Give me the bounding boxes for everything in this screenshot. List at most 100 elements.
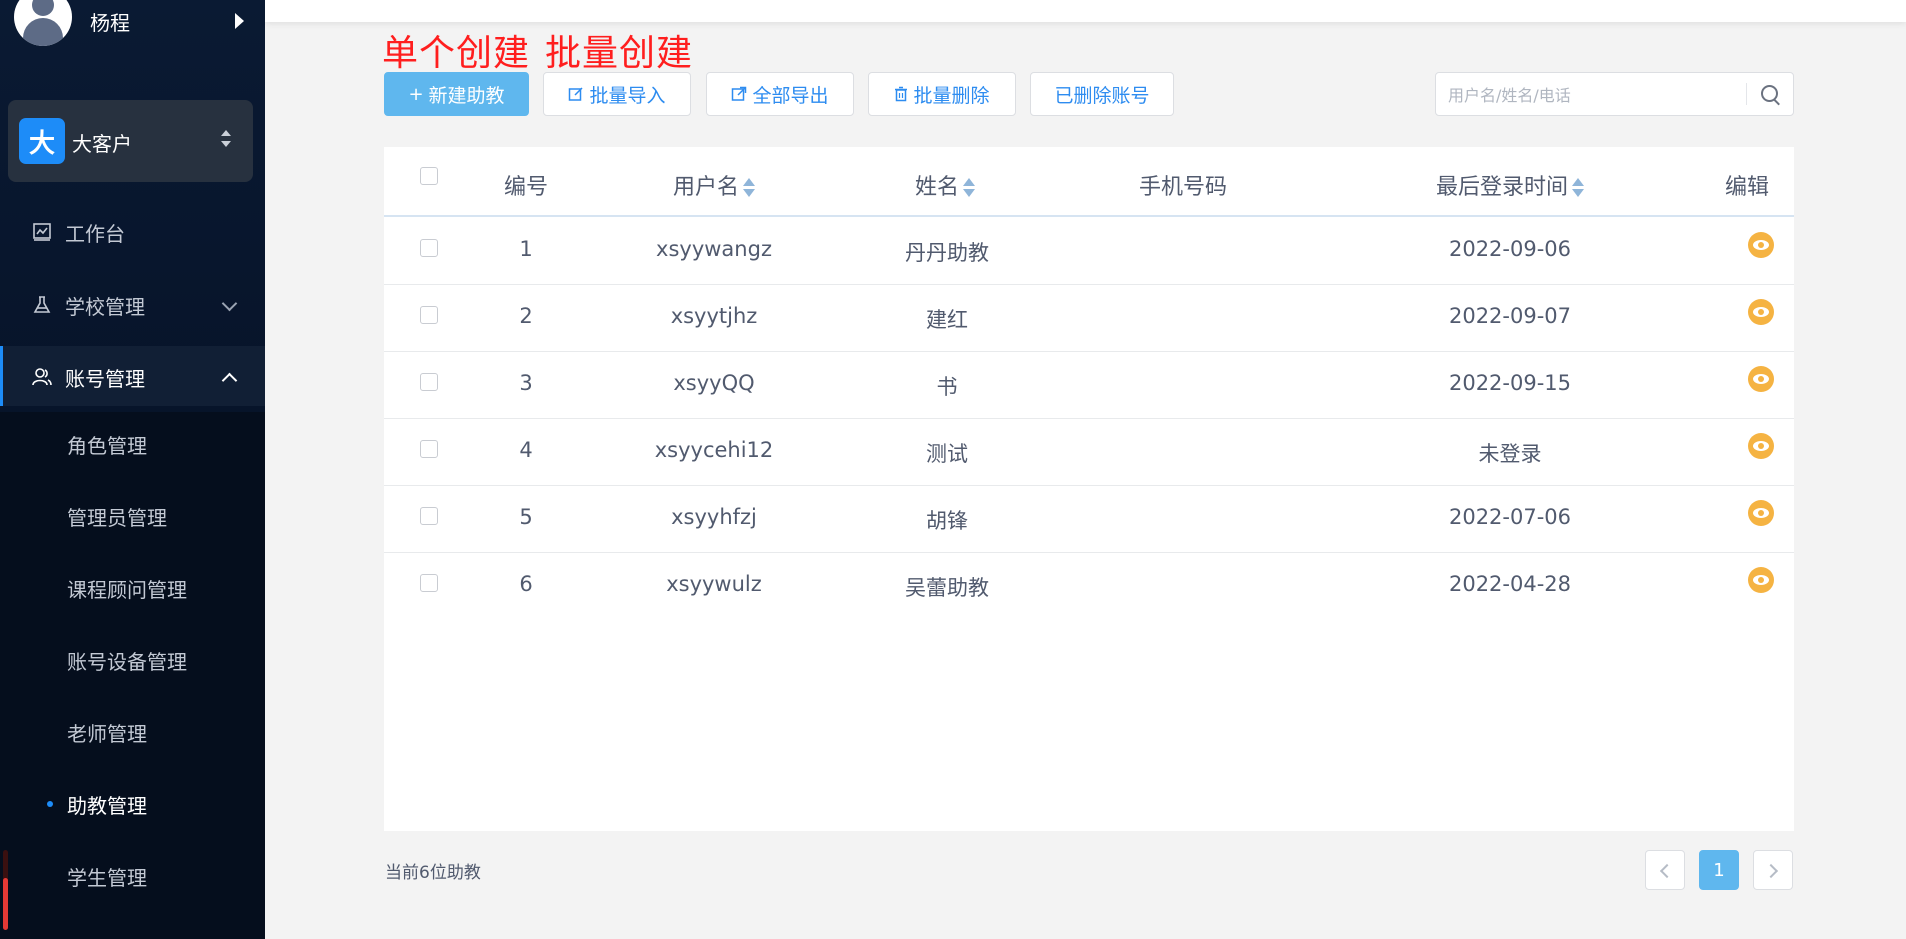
new-assistant-button[interactable]: + 新建助教 <box>384 72 529 116</box>
search-icon[interactable] <box>1761 85 1778 102</box>
col-header-phone: 手机号码 <box>1138 175 1228 200</box>
row-checkbox[interactable] <box>420 306 438 324</box>
cell-username: xsyywangz <box>656 237 772 261</box>
batch-delete-button[interactable]: 批量删除 <box>868 72 1016 116</box>
prev-page-button[interactable] <box>1645 850 1685 890</box>
chevron-down-icon <box>221 295 238 312</box>
table-row: 2 xsyytjhz 建红 2022-09-07 <box>384 284 1794 352</box>
table-row: 1 xsyywangz 丹丹助教 2022-09-06 <box>384 217 1794 285</box>
cell-username: xsyyQQ <box>673 371 755 395</box>
cell-id: 1 <box>519 237 533 261</box>
plus-icon: + <box>408 83 424 105</box>
button-label: 全部导出 <box>752 84 829 107</box>
table-header: 编号 用户名 姓名 手机号码 最后登录时间 编辑 <box>384 147 1794 217</box>
submenu-item-assistants[interactable]: 助教管理 <box>0 773 265 833</box>
submenu-label: 角色管理 <box>67 434 147 458</box>
assistant-count: 当前6位助教 <box>385 863 481 883</box>
row-checkbox[interactable] <box>420 507 438 525</box>
export-icon <box>732 86 747 101</box>
export-all-button[interactable]: 全部导出 <box>706 72 854 116</box>
submenu-label: 老师管理 <box>67 722 147 746</box>
submenu-item-devices[interactable]: 账号设备管理 <box>0 629 265 689</box>
search-input[interactable] <box>1446 81 1750 109</box>
trash-icon <box>895 86 908 102</box>
eye-icon[interactable] <box>1748 232 1774 258</box>
table-row: 6 xsyywulz 吴蕾助教 2022-04-28 <box>384 552 1794 619</box>
org-name: 大客户 <box>72 132 132 156</box>
table-row: 3 xsyyQQ 书 2022-09-15 <box>384 351 1794 419</box>
submenu-item-admins[interactable]: 管理员管理 <box>0 485 265 545</box>
flask-icon <box>33 296 51 313</box>
batch-import-button[interactable]: 批量导入 <box>543 72 691 116</box>
eye-icon[interactable] <box>1748 299 1774 325</box>
chevron-up-icon <box>221 372 238 389</box>
caret-right-icon[interactable] <box>235 13 244 29</box>
table-row: 5 xsyyhfzj 胡锋 2022-07-06 <box>384 485 1794 553</box>
cell-last-login: 未登录 <box>1478 442 1542 466</box>
cell-name: 测试 <box>926 442 968 466</box>
chart-icon <box>33 223 51 241</box>
row-checkbox[interactable] <box>420 373 438 391</box>
sort-icon[interactable] <box>743 178 756 198</box>
sort-icon[interactable] <box>1572 178 1585 198</box>
sort-updown-icon <box>220 128 232 152</box>
account-submenu: 角色管理 管理员管理 课程顾问管理 账号设备管理 老师管理 助教管理 学生管理 <box>0 412 265 939</box>
submenu-item-roles[interactable]: 角色管理 <box>0 413 265 473</box>
cell-id: 4 <box>519 438 533 462</box>
cell-last-login: 2022-09-06 <box>1448 237 1572 261</box>
chevron-left-icon <box>1659 863 1675 879</box>
menu-label: 学校管理 <box>65 295 145 319</box>
menu-label: 账号管理 <box>65 367 145 391</box>
submenu-item-students[interactable]: 学生管理 <box>0 845 265 905</box>
menu-item-school[interactable]: 学校管理 <box>0 274 265 334</box>
button-label: 批量删除 <box>913 84 990 107</box>
active-indicator <box>0 346 3 406</box>
row-checkbox[interactable] <box>420 239 438 257</box>
org-switcher[interactable]: 大 大客户 <box>8 100 253 182</box>
cell-last-login: 2022-07-06 <box>1448 505 1572 529</box>
sort-icon[interactable] <box>963 178 976 198</box>
eye-icon[interactable] <box>1748 366 1774 392</box>
cell-name: 丹丹助教 <box>905 241 989 265</box>
select-all-checkbox[interactable] <box>420 167 438 185</box>
menu-label: 工作台 <box>65 222 125 246</box>
menu-item-workbench[interactable]: 工作台 <box>0 201 265 261</box>
cell-id: 5 <box>519 505 533 529</box>
submenu-label: 课程顾问管理 <box>67 578 187 602</box>
col-header-label: 最后登录时间 <box>1435 175 1569 200</box>
cell-username: xsyytjhz <box>670 304 758 328</box>
col-header-label: 姓名 <box>914 175 960 200</box>
col-header-id: 编号 <box>503 175 549 200</box>
eye-icon[interactable] <box>1748 500 1774 526</box>
users-icon <box>32 368 52 386</box>
col-header-username[interactable]: 用户名 <box>672 169 756 201</box>
page-1-button[interactable]: 1 <box>1699 850 1739 890</box>
button-label: 已删除账号 <box>1054 84 1150 107</box>
cell-id: 3 <box>519 371 533 395</box>
row-checkbox[interactable] <box>420 440 438 458</box>
col-header-label: 用户名 <box>672 175 740 200</box>
cell-name: 胡锋 <box>926 509 968 533</box>
eye-icon[interactable] <box>1748 433 1774 459</box>
annotation-single-create: 单个创建 <box>382 33 531 74</box>
user-avatar-icon <box>14 0 72 46</box>
row-checkbox[interactable] <box>420 574 438 592</box>
submenu-item-advisors[interactable]: 课程顾问管理 <box>0 557 265 617</box>
top-bar <box>265 0 1906 22</box>
chevron-right-icon <box>1763 863 1779 879</box>
eye-icon[interactable] <box>1748 567 1774 593</box>
menu-item-account[interactable]: 账号管理 <box>0 346 265 406</box>
active-dot-icon <box>47 801 53 807</box>
thermometer-icon <box>3 850 8 930</box>
next-page-button[interactable] <box>1753 850 1793 890</box>
button-label: 新建助教 <box>428 84 505 107</box>
edit-icon <box>569 87 584 101</box>
deleted-accounts-button[interactable]: 已删除账号 <box>1030 72 1174 116</box>
cell-last-login: 2022-04-28 <box>1448 572 1572 596</box>
col-header-name[interactable]: 姓名 <box>914 169 976 201</box>
col-header-last-login[interactable]: 最后登录时间 <box>1435 169 1585 201</box>
search-divider <box>1746 83 1747 105</box>
cell-last-login: 2022-09-07 <box>1448 304 1572 328</box>
submenu-item-teachers[interactable]: 老师管理 <box>0 701 265 761</box>
user-profile[interactable]: 杨程 <box>0 0 265 50</box>
